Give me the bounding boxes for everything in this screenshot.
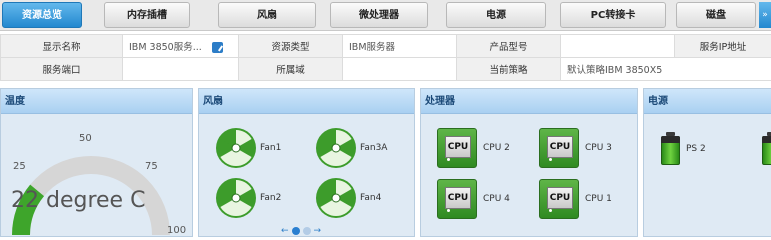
tab-disk[interactable]: 磁盘 xyxy=(676,2,756,28)
product-model-label: 产品型号 xyxy=(456,34,561,58)
resource-type-label: 资源类型 xyxy=(238,34,343,58)
display-name-value: IBM 3850服务... xyxy=(129,42,202,53)
power-panel: 电源 PS 2 xyxy=(643,88,771,237)
fan-label: Fan2 xyxy=(260,193,282,203)
domain-value xyxy=(342,57,457,81)
power-panel-title: 电源 xyxy=(644,89,771,114)
current-policy-label: 当前策略 xyxy=(456,57,561,81)
product-model-value xyxy=(560,34,675,58)
processor-panel: 处理器 CPU CPU 2 CPU CPU 3 CPU CPU 4 CPU CP… xyxy=(420,88,638,237)
tab-fans[interactable]: 风扇 xyxy=(218,2,316,28)
pager-dot-active[interactable] xyxy=(291,227,300,235)
gauge-tick-label: 75 xyxy=(145,161,158,172)
cpu-item[interactable]: CPU CPU 2 xyxy=(437,128,510,168)
temperature-gauge xyxy=(12,156,170,236)
double-chevron-right-icon[interactable]: » xyxy=(759,2,771,28)
pager-next-button[interactable]: → xyxy=(314,226,322,236)
fan-label: Fan3A xyxy=(360,143,388,153)
cpu-item[interactable]: CPU CPU 1 xyxy=(539,179,612,219)
fan-item[interactable]: Fan2 xyxy=(215,177,281,219)
fan-label: Fan1 xyxy=(260,143,282,153)
fan-item[interactable]: Fan3A xyxy=(315,127,387,169)
display-name-label: 显示名称 xyxy=(0,34,123,58)
fan-item[interactable]: Fan1 xyxy=(215,127,281,169)
resource-info-table: 显示名称 IBM 3850服务... 资源类型 IBM服务器 产品型号 服务IP… xyxy=(0,34,771,81)
gauge-tick-label: 25 xyxy=(13,161,26,172)
cpu-label: CPU 2 xyxy=(483,143,510,153)
display-name-cell: IBM 3850服务... xyxy=(122,34,239,58)
fan-item[interactable]: Fan4 xyxy=(315,177,381,219)
tab-resource-overview[interactable]: 资源总览 xyxy=(2,2,82,28)
pager-prev-button[interactable]: ← xyxy=(281,226,289,236)
temperature-panel: 温度 25 50 75 100 22 degree C xyxy=(0,88,193,237)
cpu-chip-label: CPU xyxy=(547,136,573,158)
tab-microprocessor[interactable]: 微处理器 xyxy=(330,2,428,28)
tab-bar: 资源总览 内存插槽 风扇 微处理器 电源 PC转接卡 磁盘 » xyxy=(0,0,771,31)
fan-pager: ← → xyxy=(281,226,321,236)
cpu-icon: CPU xyxy=(437,179,477,219)
cpu-item[interactable]: CPU CPU 3 xyxy=(539,128,612,168)
battery-icon xyxy=(762,132,771,165)
gauge-value-text: 22 degree C xyxy=(11,188,146,213)
table-row: 显示名称 IBM 3850服务... 资源类型 IBM服务器 产品型号 服务IP… xyxy=(0,34,771,58)
fan-icon xyxy=(216,178,256,218)
tab-memory-slots[interactable]: 内存插槽 xyxy=(104,2,190,28)
fan-icon xyxy=(316,128,356,168)
table-row: 服务端口 所属域 当前策略 默认策略IBM 3850X5 xyxy=(0,57,771,81)
battery-icon xyxy=(661,132,680,165)
domain-label: 所属域 xyxy=(238,57,343,81)
resource-type-value: IBM服务器 xyxy=(342,34,457,58)
service-port-label: 服务端口 xyxy=(0,57,123,81)
temperature-panel-title: 温度 xyxy=(1,89,192,114)
service-port-value xyxy=(122,57,239,81)
tab-pc-adapter-card[interactable]: PC转接卡 xyxy=(560,2,666,28)
fan-icon xyxy=(316,178,356,218)
fan-panel: 风扇 Fan1 Fan3A Fan2 Fan4 ← → xyxy=(198,88,415,237)
cpu-label: CPU 3 xyxy=(585,143,612,153)
psu-item[interactable]: PS 2 xyxy=(661,132,706,165)
tab-power[interactable]: 电源 xyxy=(446,2,546,28)
service-ip-label: 服务IP地址 xyxy=(674,34,771,58)
fan-label: Fan4 xyxy=(360,193,382,203)
gauge-tick-label: 50 xyxy=(79,133,92,144)
cpu-label: CPU 1 xyxy=(585,194,612,204)
psu-item-partial[interactable] xyxy=(762,132,771,165)
psu-label: PS 2 xyxy=(686,143,706,154)
cpu-chip-label: CPU xyxy=(547,187,573,209)
fan-panel-title: 风扇 xyxy=(199,89,414,114)
cpu-icon: CPU xyxy=(539,179,579,219)
gauge-tick-label: 100 xyxy=(167,225,187,236)
cpu-chip-label: CPU xyxy=(445,187,471,209)
edit-icon[interactable] xyxy=(211,42,223,53)
cpu-icon: CPU xyxy=(437,128,477,168)
cpu-icon: CPU xyxy=(539,128,579,168)
fan-icon xyxy=(216,128,256,168)
pager-dot[interactable] xyxy=(302,227,311,235)
current-policy-value: 默认策略IBM 3850X5 xyxy=(560,57,771,81)
cpu-chip-label: CPU xyxy=(445,136,471,158)
processor-panel-title: 处理器 xyxy=(421,89,637,114)
cpu-label: CPU 4 xyxy=(483,194,510,204)
cpu-item[interactable]: CPU CPU 4 xyxy=(437,179,510,219)
